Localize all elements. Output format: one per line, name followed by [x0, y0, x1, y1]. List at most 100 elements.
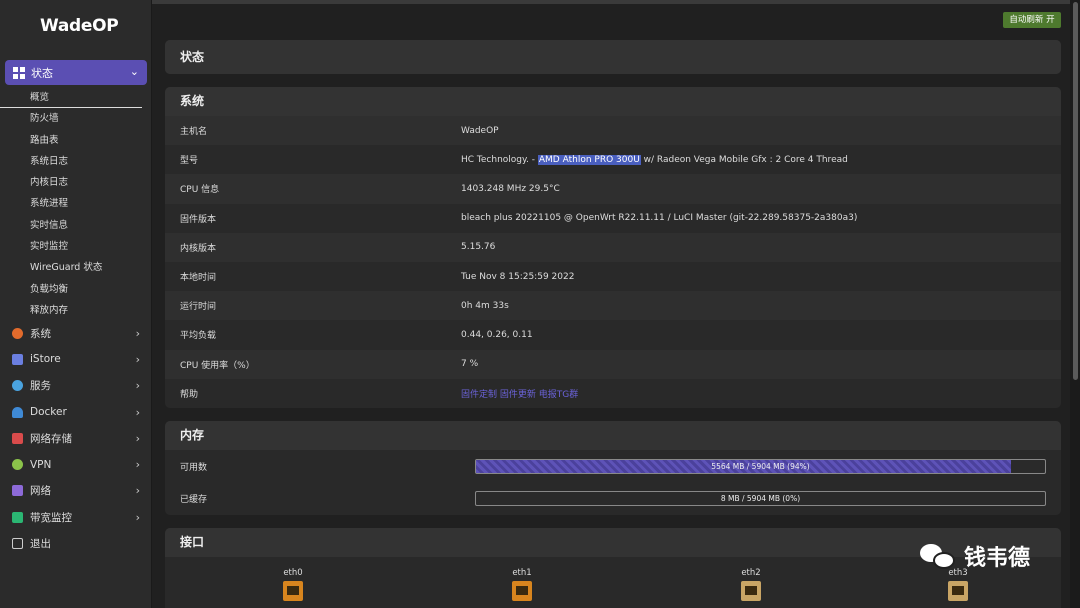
sidebar-subitem-firewall[interactable]: 防火墙 — [0, 108, 152, 129]
status-card: 状态 — [165, 40, 1061, 74]
row-label: 型号 — [180, 156, 199, 167]
docker-icon — [12, 406, 23, 418]
sidebar-subitem-free-memory[interactable]: 释放内存 — [0, 300, 152, 321]
ethernet-port-icon — [741, 581, 761, 601]
scrollbar-thumb[interactable] — [1073, 2, 1078, 380]
sidebar-subitem-syslog[interactable]: 系统日志 — [0, 151, 152, 172]
progress-text: 8 MB / 5904 MB (0%) — [720, 494, 801, 504]
link-icon — [12, 380, 23, 392]
ethernet-port-icon — [283, 581, 303, 601]
sidebar-item-label: 系统 — [30, 327, 51, 340]
sidebar-submenu: 概览 防火墙 路由表 系统日志 内核日志 系统进程 实时信息 实时监控 Wire… — [0, 87, 152, 321]
sidebar-item-istore[interactable]: iStore › — [0, 346, 152, 372]
row-label: 运行时间 — [180, 302, 217, 313]
interface-name: eth0 — [283, 568, 303, 578]
table-row: 内核版本 5.15.76 — [165, 232, 1061, 262]
auto-refresh-button[interactable]: 自动刷新 开 — [1003, 12, 1061, 28]
sidebar-item-label: 服务 — [30, 380, 51, 393]
table-row: 帮助 固件定制 固件更新 电报TG群 — [165, 379, 1061, 408]
sidebar-subitem-processes[interactable]: 系统进程 — [0, 193, 152, 214]
row-value: HC Technology. - AMD Athlon PRO 300U w/ … — [461, 154, 1061, 165]
network-icon — [12, 485, 23, 497]
sidebar-item-label: 网络 — [30, 485, 51, 498]
system-table: 主机名 WadeOP 型号 HC Technology. - AMD Athlo… — [165, 116, 1061, 408]
watermark-text: 钱韦德 — [964, 546, 1031, 571]
row-value: bleach plus 20221105 @ OpenWrt R22.11.11… — [461, 213, 858, 224]
cube-icon — [12, 353, 23, 365]
sidebar-item-label: 退出 — [30, 538, 51, 551]
row-label: 帮助 — [180, 389, 199, 400]
interface-name: eth1 — [512, 568, 532, 578]
model-prefix: HC Technology. - — [461, 154, 538, 165]
help-links[interactable]: 固件定制 固件更新 电报TG群 — [461, 387, 1061, 400]
sidebar-item-label: 带宽监控 — [30, 511, 72, 524]
main-content: 自动刷新 开 状态 系统 主机名 WadeOP 型号 HC Technology… — [152, 0, 1070, 608]
sidebar-subitem-wireguard[interactable]: WireGuard 状态 — [0, 257, 152, 278]
row-value: 5.15.76 — [461, 242, 496, 253]
chevron-right-icon: › — [135, 431, 140, 445]
interface-eth3[interactable]: eth3 — [938, 568, 978, 601]
row-label: 固件版本 — [180, 214, 217, 225]
chevron-down-icon: ⌄ — [129, 65, 139, 78]
table-row: 本地时间 Tue Nov 8 15:25:59 2022 — [165, 262, 1061, 291]
sidebar-item-logout[interactable]: 退出 — [0, 530, 152, 556]
section-title-memory: 内存 — [165, 421, 1061, 450]
progress-text: 5564 MB / 5904 MB (94%) — [711, 461, 810, 471]
table-row: 运行时间 0h 4m 33s — [165, 291, 1061, 321]
vpn-icon — [12, 459, 23, 471]
watermark: 钱韦德 — [920, 540, 1030, 572]
database-icon — [12, 432, 23, 444]
sidebar-subitem-realtime-info[interactable]: 实时信息 — [0, 215, 152, 236]
section-title-system: 系统 — [165, 87, 1061, 116]
monitor-icon — [12, 511, 23, 523]
sidebar-item-services[interactable]: 服务 › — [0, 373, 152, 399]
chevron-right-icon: › — [135, 484, 140, 498]
chevron-right-icon: › — [135, 379, 140, 393]
scrollbar[interactable] — [1070, 0, 1080, 608]
memory-row-available: 可用数 5564 MB / 5904 MB (94%) — [165, 450, 1061, 483]
model-suffix: w/ Radeon Vega Mobile Gfx : 2 Core 4 Thr… — [640, 154, 848, 165]
memory-row-cached: 已缓存 8 MB / 5904 MB (0%) — [165, 483, 1061, 516]
row-value: WadeOP — [461, 125, 499, 136]
row-value: 7 % — [461, 359, 479, 370]
sidebar-item-docker[interactable]: Docker › — [0, 399, 152, 425]
row-label: 平均负载 — [180, 331, 217, 342]
memory-card: 内存 可用数 5564 MB / 5904 MB (94%) 已缓存 8 MB … — [165, 421, 1061, 515]
sidebar-subitem-routes[interactable]: 路由表 — [0, 130, 152, 151]
chevron-right-icon: › — [135, 352, 140, 366]
interface-eth0[interactable]: eth0 — [273, 568, 313, 601]
wechat-icon — [920, 542, 956, 570]
ethernet-port-icon — [948, 581, 968, 601]
sidebar-item-system[interactable]: 系统 › — [0, 320, 152, 346]
memory-available-bar: 5564 MB / 5904 MB (94%) — [475, 458, 1046, 474]
table-row: 平均负载 0.44, 0.26, 0.11 — [165, 320, 1061, 349]
sidebar-item-nas[interactable]: 网络存储 › — [0, 425, 152, 451]
sidebar-menu: 系统 › iStore › 服务 › Docker › 网络存储 › VPN › — [0, 320, 152, 557]
row-label: CPU 信息 — [180, 185, 220, 196]
row-value: 1403.248 MHz 29.5°C — [461, 183, 560, 194]
logout-icon — [12, 538, 23, 550]
sidebar-item-network[interactable]: 网络 › — [0, 478, 152, 504]
row-label: 内核版本 — [180, 243, 217, 254]
sidebar-item-label: 网络存储 — [30, 432, 72, 445]
gear-icon — [12, 327, 23, 339]
row-label: 主机名 — [180, 127, 208, 138]
sidebar-subitem-kernel-log[interactable]: 内核日志 — [0, 172, 152, 193]
sidebar: WadeOP 状态 ⌄ 概览 防火墙 路由表 系统日志 内核日志 系统进程 实时… — [0, 0, 152, 608]
interface-eth2[interactable]: eth2 — [731, 568, 771, 601]
sidebar-subitem-overview[interactable]: 概览 — [0, 87, 142, 109]
interface-name: eth2 — [741, 568, 761, 578]
sidebar-item-status[interactable]: 状态 ⌄ — [5, 60, 147, 85]
sidebar-subitem-realtime-monitor[interactable]: 实时监控 — [0, 236, 152, 257]
chevron-right-icon: › — [135, 458, 140, 472]
table-row: 固件版本 bleach plus 20221105 @ OpenWrt R22.… — [165, 204, 1061, 233]
sidebar-item-vpn[interactable]: VPN › — [0, 451, 152, 477]
sidebar-item-bandwidth[interactable]: 带宽监控 › — [0, 504, 152, 530]
row-value: Tue Nov 8 15:25:59 2022 — [461, 271, 575, 282]
sidebar-subitem-load-balance[interactable]: 负载均衡 — [0, 279, 152, 300]
sidebar-item-label: 状态 — [31, 66, 53, 80]
row-value: 0.44, 0.26, 0.11 — [461, 329, 533, 340]
row-label: CPU 使用率（%） — [180, 360, 255, 371]
interface-eth1[interactable]: eth1 — [502, 568, 542, 601]
sidebar-item-label: VPN — [30, 458, 52, 471]
